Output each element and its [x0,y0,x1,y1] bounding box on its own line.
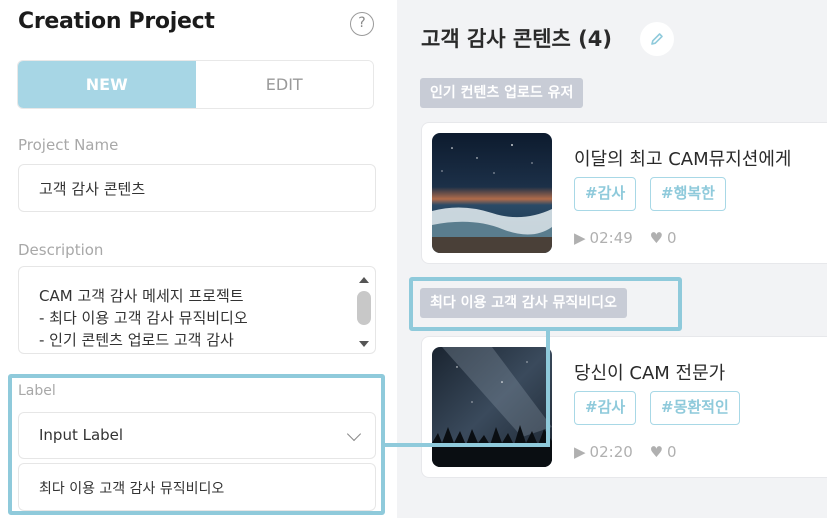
hashtag-chip[interactable]: #감사 [574,177,637,211]
description-textarea[interactable]: CAM 고객 감사 메세지 프로젝트 - 최다 이용 고객 감사 뮤직비디오 -… [18,266,376,354]
project-name-value: 고객 감사 콘텐츠 [39,180,146,198]
content-panel: 고객 감사 콘텐츠 (4) 인기 컨텐츠 업로드 유저 이달의 최고 CAM뮤지… [397,0,827,518]
edit-title-button[interactable] [640,22,674,56]
highlight-connector [385,443,550,447]
heart-icon: ♥ [649,443,664,461]
edit-tab[interactable]: EDIT [195,61,373,108]
label-highlight-box [8,374,385,515]
hashtag-chip[interactable]: #감사 [574,391,637,425]
milky-way-forest-thumbnail[interactable] [432,347,552,467]
beach-night-thumbnail[interactable] [432,133,552,253]
help-icon[interactable]: ? [350,12,374,36]
play-icon: ▶ [574,443,586,461]
scroll-up-icon[interactable] [359,277,369,283]
play-icon: ▶ [574,229,586,247]
group-tag-popular[interactable]: 인기 컨텐츠 업로드 유저 [420,78,584,108]
description-value: CAM 고객 감사 메세지 프로젝트 - 최다 이용 고객 감사 뮤직비디오 -… [39,287,248,349]
highlight-connector [546,331,550,446]
scroll-down-icon[interactable] [359,341,369,347]
hashtag-chip[interactable]: #몽환적인 [650,391,740,425]
card-meta: ▶ 02:49 ♥ 0 [574,229,681,247]
content-card[interactable]: 이달의 최고 CAM뮤지션에게 #감사 #행복한 ▶ 02:49 ♥ 0 [421,122,827,264]
card-title: 이달의 최고 CAM뮤지션에게 [574,149,792,170]
hashtag-chip[interactable]: #행복한 [650,177,726,211]
card-title: 당신이 CAM 전문가 [574,363,726,384]
new-tab[interactable]: NEW [18,61,196,108]
mode-toggle: NEW EDIT [17,60,374,109]
description-label: Description [18,241,104,259]
card-meta: ▶ 02:20 ♥ 0 [574,443,681,461]
pencil-icon [651,33,663,45]
duration: 02:49 [589,229,633,247]
description-scrollbar[interactable] [357,275,371,349]
content-title: 고객 감사 콘텐츠 (4) [421,27,612,51]
tag-highlight-box [409,277,682,331]
project-name-input[interactable]: 고객 감사 콘텐츠 [18,164,376,212]
like-count: 0 [667,229,677,247]
like-count: 0 [667,443,677,461]
project-name-label: Project Name [18,136,119,154]
panel-title: Creation Project [18,9,215,34]
duration: 02:20 [589,443,633,461]
heart-icon: ♥ [649,229,664,247]
scrollbar-thumb[interactable] [357,291,371,325]
content-card[interactable]: 당신이 CAM 전문가 #감사 #몽환적인 ▶ 02:20 ♥ 0 [421,336,827,478]
